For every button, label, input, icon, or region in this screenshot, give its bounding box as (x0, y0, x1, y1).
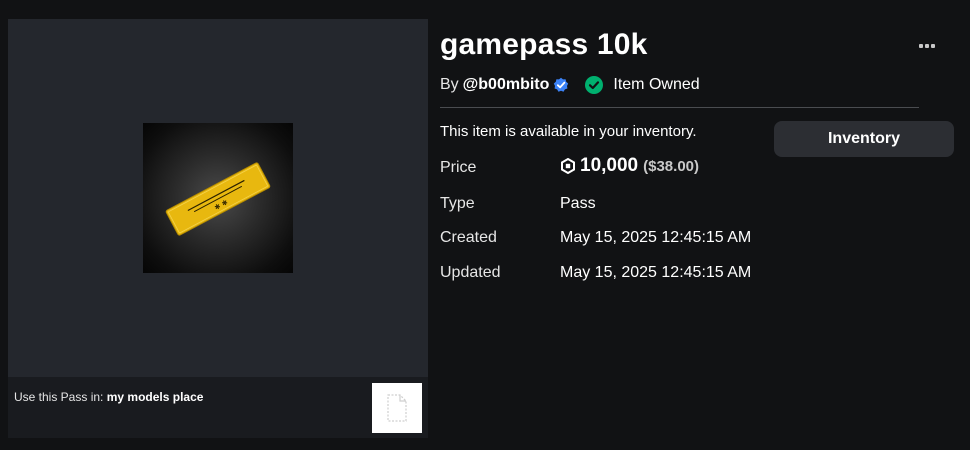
inventory-button[interactable]: Inventory (774, 121, 954, 157)
price-amount: 10,000 (580, 155, 639, 176)
use-pass-in-label: Use this Pass in: (14, 390, 104, 404)
use-pass-in-bar: Use this Pass in: my models place (8, 377, 428, 438)
availability-text: This item is available in your inventory… (440, 123, 697, 140)
document-placeholder-icon (387, 394, 407, 422)
item-title: gamepass 10k (440, 28, 648, 61)
verified-badge-icon (553, 77, 569, 93)
updated-label: Updated (440, 264, 501, 281)
created-label: Created (440, 229, 497, 246)
price-label: Price (440, 159, 477, 176)
creator-byline: By @b00mbito Item Owned (440, 76, 700, 94)
creator-link[interactable]: @b00mbito (463, 76, 550, 94)
header-divider (440, 107, 919, 108)
item-thumbnail-panel: ✱ ✱ Use this Pass in: my models place (8, 19, 428, 438)
price-usd: ($38.00) (643, 157, 699, 175)
robux-icon (560, 158, 576, 174)
gamepass-ticket-icon: ✱ ✱ (165, 162, 271, 236)
by-label: By (440, 76, 459, 93)
type-value: Pass (560, 195, 596, 212)
updated-value: May 15, 2025 12:45:15 AM (560, 264, 752, 281)
place-link[interactable]: my models place (107, 390, 204, 404)
item-owned-label: Item Owned (613, 76, 700, 93)
price-value: 10,000 ($38.00) (560, 155, 699, 177)
more-options-icon (919, 44, 923, 48)
place-thumbnail[interactable] (372, 383, 422, 433)
use-pass-in-text: Use this Pass in: my models place (14, 390, 203, 404)
more-options-icon-dot (925, 44, 929, 48)
more-options-icon-dot (931, 44, 935, 48)
gamepass-thumbnail: ✱ ✱ (143, 123, 293, 273)
more-options-button[interactable] (912, 36, 942, 56)
created-value: May 15, 2025 12:45:15 AM (560, 229, 752, 246)
checkmark-circle-icon (585, 76, 604, 94)
type-label: Type (440, 195, 475, 212)
